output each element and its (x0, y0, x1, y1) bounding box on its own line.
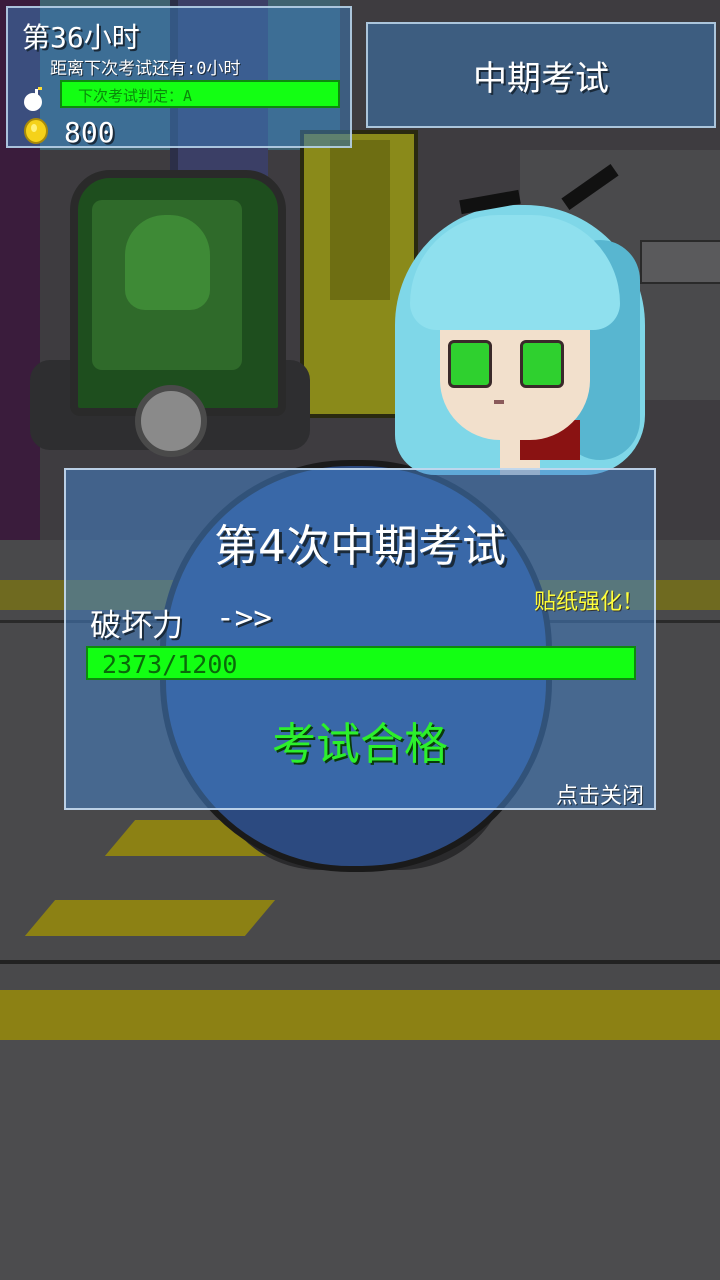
sticker-boost-label: 贴纸强化！ (533, 590, 644, 615)
next-exam-countdown: 距离下次考试还有:0小时 (50, 59, 241, 79)
close-hint[interactable]: 点击关闭 (556, 778, 644, 810)
background-right-shelf (640, 240, 720, 284)
next-grade-bar: 下次考试判定：A (60, 80, 340, 108)
bomb-icon (24, 87, 42, 111)
character-mouth (494, 400, 504, 404)
dialog-title: 第4次中期考试 (214, 521, 506, 572)
game-screen: 第36小时 距离下次考试还有:0小时 下次考试判定：A 800 中期考试 第4次… (0, 0, 720, 1280)
next-grade-label: 下次考试判定：A (78, 87, 193, 105)
power-progress-bar: 2373/1200 (86, 646, 636, 680)
midterm-exam-button[interactable]: 中期考试 (366, 22, 716, 128)
coin-count: 800 (64, 116, 115, 149)
exam-result-dialog[interactable]: 第4次中期考试 贴纸强化！ 破坏力 ->> 2373/1200 考试合格 点击关… (64, 468, 656, 810)
fan-icon (135, 385, 207, 457)
background-yellow-panel (330, 140, 390, 300)
power-arrow: ->> (216, 600, 272, 636)
character-eye-right (520, 340, 564, 388)
status-hud: 第36小时 距离下次考试还有:0小时 下次考试判定：A 800 (6, 6, 352, 149)
coin-icon (24, 118, 48, 144)
background-capsule-figure (125, 215, 210, 310)
background-floor-stripe (0, 990, 720, 1040)
background-floor-line (0, 960, 720, 964)
power-label: 破坏力 (90, 608, 183, 644)
exam-result: 考试合格 (272, 719, 448, 770)
character-eye-left (448, 340, 492, 388)
hour-counter: 第36小时 (22, 21, 140, 54)
background-lower-floor (0, 1040, 720, 1280)
power-value: 2373/1200 (102, 650, 238, 679)
background-floor-diagonal (24, 900, 276, 936)
